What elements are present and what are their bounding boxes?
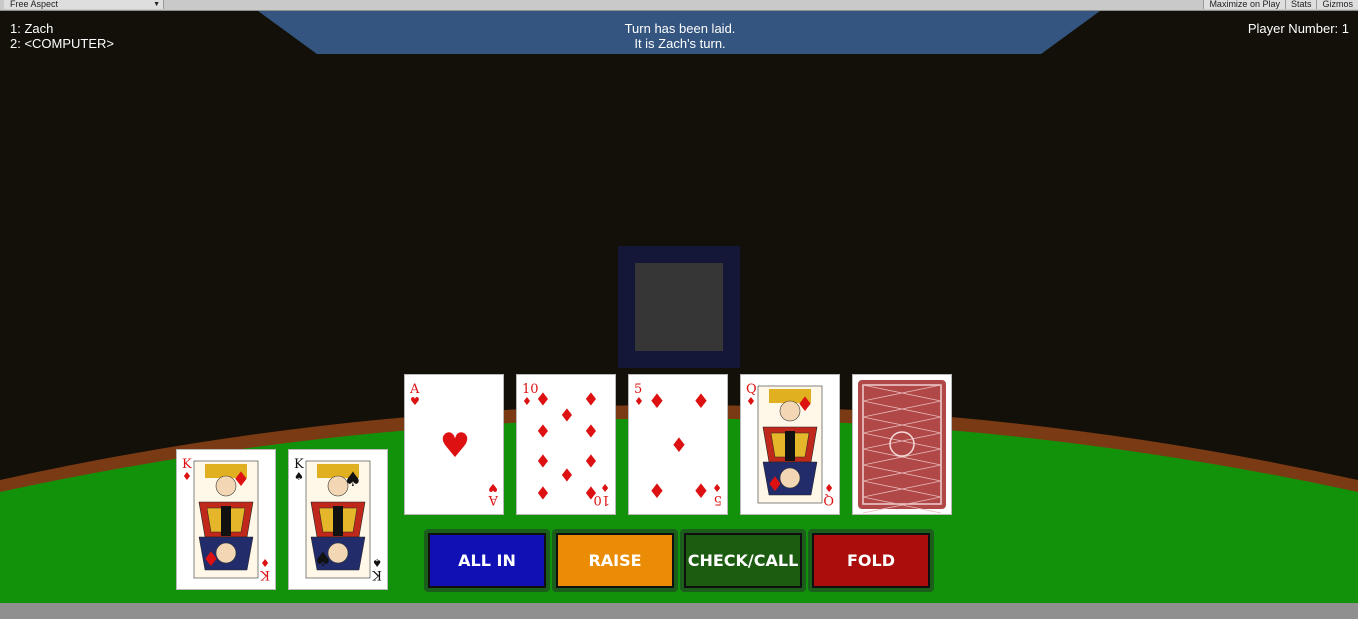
diamonds-pip: ♦ <box>670 433 688 457</box>
diamonds-pip: ♦ <box>766 472 784 496</box>
diamonds-pip: ♦ <box>232 467 250 491</box>
player-number: Player Number: 1 <box>1247 21 1349 36</box>
all-in-button[interactable]: ALL IN <box>428 533 546 588</box>
player-entry: 2: <COMPUTER> <box>10 36 115 51</box>
community-card-4: Q ♦ Q ♦ ♦ ♦ <box>740 374 840 515</box>
center-screen <box>618 246 740 368</box>
diamonds-pip: ♦ <box>535 421 551 442</box>
spades-icon: ♠ <box>372 556 382 569</box>
raise-button[interactable]: RAISE <box>556 533 674 588</box>
spades-icon: ♠ <box>294 470 304 483</box>
hand-card-2: K ♠ K ♠ ♠ ♠ <box>288 449 388 590</box>
spades-pip: ♠ <box>344 467 362 491</box>
center-screen-panel <box>635 263 723 351</box>
diamonds-icon: ♦ <box>260 556 270 569</box>
status-message: Turn has been laid. It is Zach's turn. <box>480 21 880 51</box>
diamonds-pip: ♦ <box>692 389 710 413</box>
card-face: 10♦10♦♦ ♦♦♦ ♦♦ ♦♦♦ ♦ <box>522 382 610 507</box>
hearts-icon: ♥ <box>410 395 420 408</box>
diamonds-pip: ♦ <box>535 483 551 504</box>
diamonds-pip: ♦ <box>796 392 814 416</box>
card-face <box>858 380 946 514</box>
diamonds-pip: ♦ <box>559 465 575 486</box>
diamonds-icon: ♦ <box>824 481 834 494</box>
diamonds-pip: ♦ <box>559 405 575 426</box>
diamonds-pip: ♦ <box>692 479 710 503</box>
status-line-1: Turn has been laid. <box>624 21 736 36</box>
player-entry: 1: Zach <box>10 21 54 36</box>
diamonds-pip: ♦ <box>583 451 599 472</box>
community-card-3: 5 ♦ 5 ♦ ♦ ♦ ♦ ♦ ♦ <box>628 374 728 515</box>
diamonds-pip: ♦ <box>535 451 551 472</box>
diamonds-icon: ♦ <box>712 481 722 494</box>
hearts-pip: ♥ <box>440 426 470 466</box>
spades-pip: ♠ <box>314 547 332 571</box>
diamonds-pip: ♦ <box>583 389 599 410</box>
check-call-button[interactable]: CHECK/CALL <box>684 533 802 588</box>
community-card-1: A ♥ A ♥ ♥ <box>404 374 504 515</box>
editor-bottom-strip <box>0 603 1358 619</box>
card-face: A♥A♥♥ <box>409 382 499 507</box>
diamonds-icon: ♦ <box>522 395 532 408</box>
card-face: K♦K♦♦♦ <box>182 457 270 582</box>
diamonds-icon: ♦ <box>746 395 756 408</box>
game-view: Free Aspect ▼ Maximize on Play Stats Giz… <box>0 0 1358 619</box>
community-card-2: 10 ♦ 10 ♦ ♦ ♦ ♦ ♦ ♦ ♦ ♦ ♦ ♦ ♦ <box>516 374 616 515</box>
community-card-5 <box>852 374 952 515</box>
diamonds-pip: ♦ <box>583 421 599 442</box>
diamonds-icon: ♦ <box>634 395 644 408</box>
card-face: 5♦5♦♦ ♦♦♦ ♦ <box>634 382 722 507</box>
diamonds-pip: ♦ <box>202 547 220 571</box>
card-face: K♠K♠♠♠ <box>294 457 382 582</box>
fold-button[interactable]: FOLD <box>812 533 930 588</box>
diamonds-pip: ♦ <box>648 479 666 503</box>
diamonds-pip: ♦ <box>535 389 551 410</box>
hearts-icon: ♥ <box>488 481 498 494</box>
hand-card-1: K ♦ K ♦ ♦ ♦ <box>176 449 276 590</box>
diamonds-icon: ♦ <box>600 481 610 494</box>
diamonds-icon: ♦ <box>182 470 192 483</box>
diamonds-pip: ♦ <box>583 483 599 504</box>
diamonds-pip: ♦ <box>648 389 666 413</box>
player-list: 1: Zach 2: <COMPUTER> <box>10 21 114 51</box>
card-face: Q♦Q♦♦♦ <box>746 382 834 507</box>
status-line-2: It is Zach's turn. <box>634 36 726 51</box>
